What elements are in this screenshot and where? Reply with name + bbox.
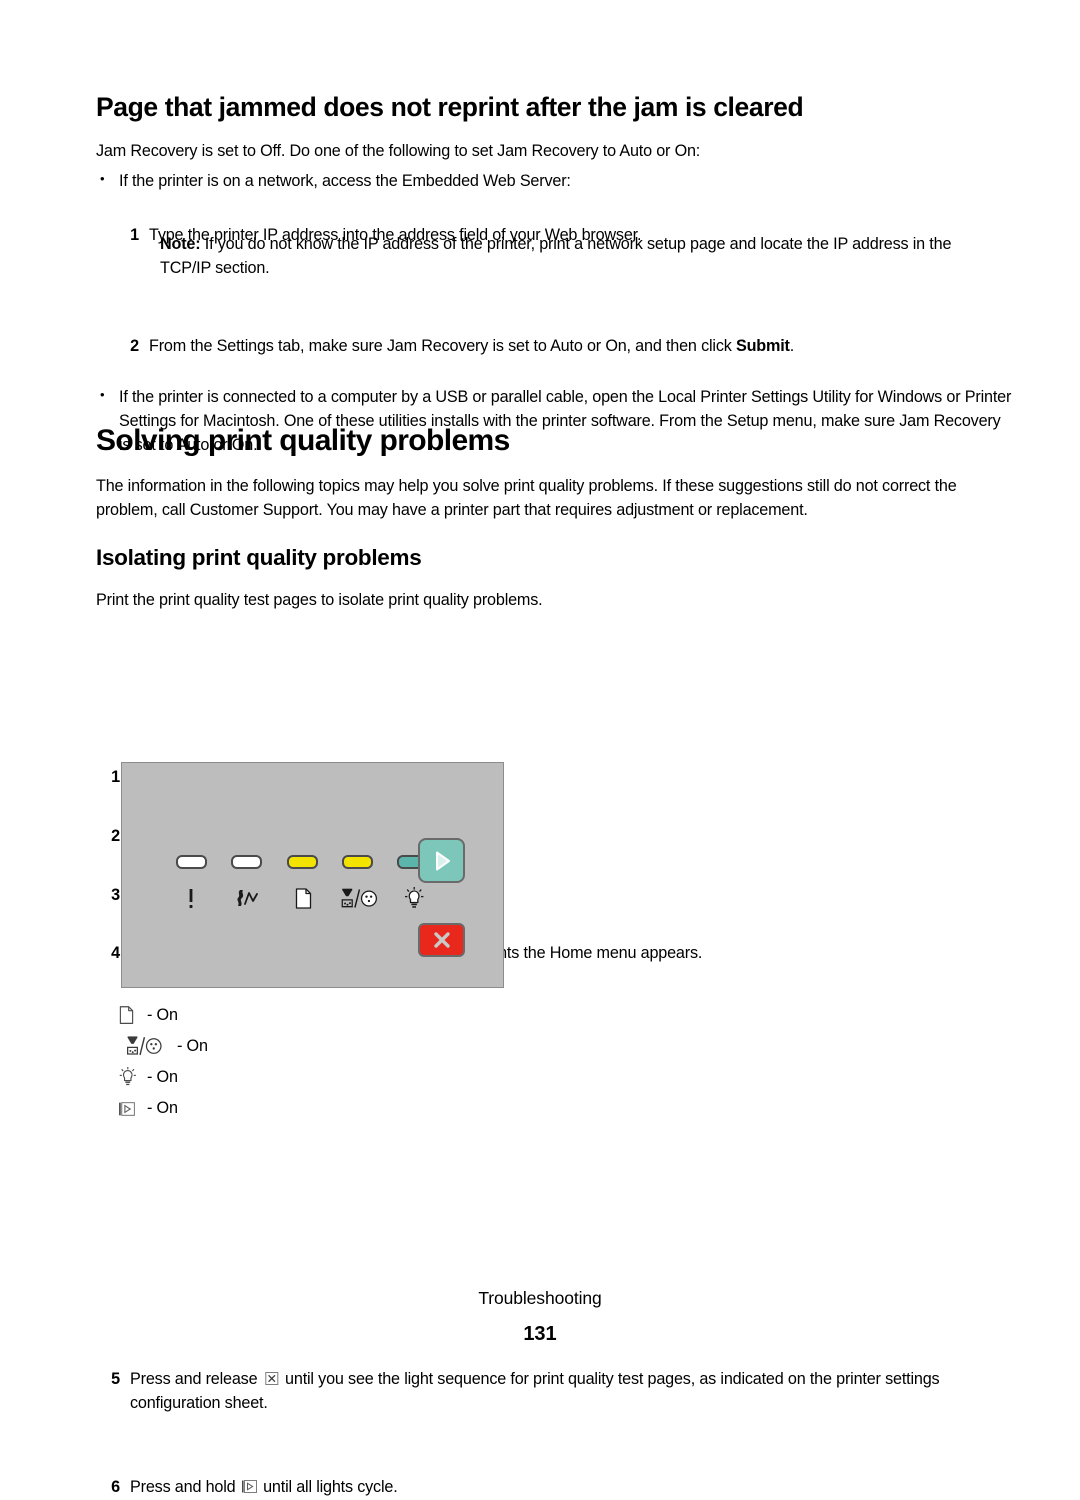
- continue-triangle-icon: [435, 851, 450, 870]
- iso-step-6-text: Press and hold until all lights cycle.: [130, 1476, 983, 1500]
- cancel-x-icon: [433, 932, 450, 948]
- toner-drum-led: [341, 855, 373, 869]
- iso-step-5-text: Press and release until you see the ligh…: [130, 1368, 983, 1416]
- step-2-text-b: .: [789, 336, 795, 355]
- cancel-key-icon: [263, 1370, 280, 1387]
- iso-step-6-text-after: until all lights cycle.: [258, 1477, 398, 1496]
- iso-step-6: 6 Press and hold until all lights cycle.: [103, 1476, 983, 1500]
- load-paper-led: [286, 855, 318, 869]
- error-led: [176, 855, 207, 869]
- note-label: Note:: [160, 235, 201, 253]
- legend-label-toner-drum: - On: [177, 1037, 208, 1055]
- page-footer: Troubleshooting 131: [0, 1288, 1080, 1346]
- page-title-jam-reprint: Page that jammed does not reprint after …: [96, 92, 804, 122]
- legend-label-ready: - On: [147, 1068, 178, 1086]
- step-2-settings-tab: 2 From the Settings tab, make sure Jam R…: [122, 335, 982, 359]
- iso-step-5: 5 Press and release until you see the li…: [103, 1368, 983, 1416]
- isolating-print-quality-intro: Print the print quality test pages to is…: [96, 591, 543, 609]
- footer-page-number: 131: [523, 1323, 557, 1345]
- iso-step-1-number: 1: [111, 767, 120, 786]
- printer-control-panel-figure: [121, 762, 504, 988]
- legend-label-continue: - On: [147, 1099, 178, 1117]
- light-sequence-legend: - On - On - On - On: [118, 1000, 208, 1124]
- cancel-button[interactable]: [418, 923, 465, 957]
- ready-lightbulb-icon: [118, 1066, 144, 1089]
- paper-icon: [118, 1005, 144, 1026]
- iso-step-3-number: 3: [111, 885, 120, 904]
- legend-row-toner-drum: - On: [118, 1031, 208, 1062]
- note-ip-address: Note: If you do not know the IP address …: [160, 233, 995, 281]
- step-2-text: From the Settings tab, make sure Jam Rec…: [149, 335, 982, 359]
- led-indicator-row: [176, 853, 428, 871]
- footer-chapter-title: Troubleshooting: [478, 1288, 602, 1308]
- iso-step-4-number: 4: [111, 944, 120, 963]
- iso-step-6-number: 6: [111, 1477, 120, 1496]
- legend-label-paper: - On: [147, 1006, 178, 1024]
- bullet-network-ews: If the printer is on a network, access t…: [96, 169, 999, 194]
- step-2-text-a: From the Settings tab, make sure Jam Rec…: [149, 336, 736, 355]
- section-title-solving-print-quality: Solving print quality problems: [96, 424, 510, 457]
- continue-key-icon: [241, 1478, 258, 1495]
- step-1-number: 1: [130, 225, 139, 244]
- continue-button[interactable]: [418, 838, 465, 883]
- legend-row-paper: - On: [118, 1000, 208, 1031]
- continue-key-icon: [118, 1100, 144, 1118]
- jam-recovery-intro: Jam Recovery is set to Off. Do one of th…: [96, 142, 701, 160]
- document-page: Page that jammed does not reprint after …: [0, 0, 1080, 1496]
- error-icon: [172, 885, 210, 913]
- legend-row-ready: - On: [118, 1062, 208, 1093]
- ready-lightbulb-icon: [396, 885, 434, 913]
- paper-jam-icon: [228, 885, 266, 913]
- iso-step-2-number: 2: [111, 826, 120, 845]
- iso-step-5-text-before: Press and release: [130, 1370, 262, 1389]
- paper-icon: [284, 885, 322, 913]
- note-text: If you do not know the IP address of the…: [160, 235, 952, 277]
- iso-step-5-number: 5: [111, 1370, 120, 1389]
- iso-step-6-text-before: Press and hold: [130, 1477, 240, 1496]
- paper-jam-led: [231, 855, 263, 869]
- led-symbol-row: [172, 885, 434, 913]
- bullet-network-ews-label: If the printer is on a network, access t…: [119, 172, 571, 190]
- step-2-number: 2: [130, 336, 139, 355]
- section-title-isolating-print-quality: Isolating print quality problems: [96, 545, 422, 570]
- toner-drum-icon: [340, 885, 378, 913]
- toner-drum-icon: [118, 1035, 174, 1058]
- solving-print-quality-intro: The information in the following topics …: [96, 477, 957, 519]
- submit-button-reference: Submit: [735, 336, 790, 355]
- legend-row-continue: - On: [118, 1093, 208, 1124]
